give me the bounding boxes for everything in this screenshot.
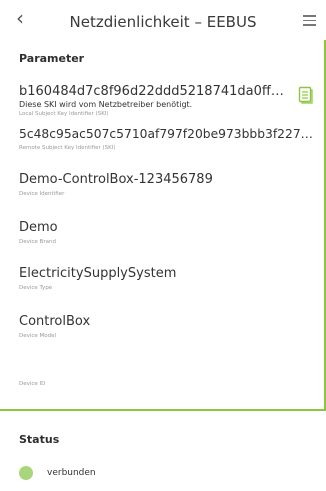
header-bar: ‹ Netzdienlichkeit – EEBUS — [0, 0, 326, 40]
menu-button[interactable] — [303, 14, 316, 26]
local-ski-value[interactable]: b160484d7c8f96d22ddd5218741da0ffa... — [19, 84, 288, 100]
local-ski-field: b160484d7c8f96d22ddd5218741da0ffa... Die… — [19, 84, 288, 119]
hamburger-menu-icon — [303, 15, 316, 17]
device-brand-field: Demo Device Brand — [19, 220, 284, 247]
remote-ski-value: 5c48c95ac507c5710af797f20be973bbb3f22783 — [19, 127, 316, 141]
parameter-heading: Parameter — [19, 52, 85, 65]
device-brand-value: Demo — [19, 220, 58, 235]
parameter-card: Parameter b160484d7c8f96d22ddd5218741da0… — [0, 40, 326, 411]
back-button[interactable]: ‹ — [16, 8, 24, 28]
connection-status-text: verbunden — [47, 468, 96, 478]
device-id-value — [19, 362, 284, 378]
device-identifier-label: Device Identifier — [19, 191, 65, 197]
device-type-label: Device Type — [19, 285, 53, 291]
device-model-value: ControlBox — [19, 314, 91, 329]
device-id-label: Device ID — [19, 381, 46, 387]
device-model-field: ControlBox Device Model — [19, 314, 284, 341]
copy-document-icon — [298, 86, 313, 104]
status-heading: Status — [19, 433, 60, 446]
connection-status-indicator — [19, 466, 33, 480]
remote-ski-label: Remote Subject Key Identifier (SKI) — [19, 145, 116, 151]
copy-local-ski-button[interactable] — [298, 86, 313, 104]
local-ski-note: Diese SKI wird vom Netzbetreiber benötig… — [19, 100, 193, 109]
device-model-label: Device Model — [19, 333, 57, 339]
device-type-value: ElectricitySupplySystem — [19, 266, 177, 281]
device-id-field: Device ID — [19, 362, 284, 389]
app-screen: ‹ Netzdienlichkeit – EEBUS Parameter b16… — [0, 0, 326, 491]
back-chevron-icon: ‹ — [16, 6, 24, 30]
local-ski-label: Local Subject Key Identifier (SKI) — [19, 111, 109, 117]
page-title: Netzdienlichkeit – EEBUS — [69, 13, 257, 31]
device-brand-label: Device Brand — [19, 239, 56, 245]
device-identifier-field: Demo-ControlBox-123456789 Device Identif… — [19, 172, 284, 199]
device-type-field: ElectricitySupplySystem Device Type — [19, 266, 284, 293]
device-identifier-value: Demo-ControlBox-123456789 — [19, 172, 213, 187]
remote-ski-field: 5c48c95ac507c5710af797f20be973bbb3f22783… — [19, 126, 316, 153]
